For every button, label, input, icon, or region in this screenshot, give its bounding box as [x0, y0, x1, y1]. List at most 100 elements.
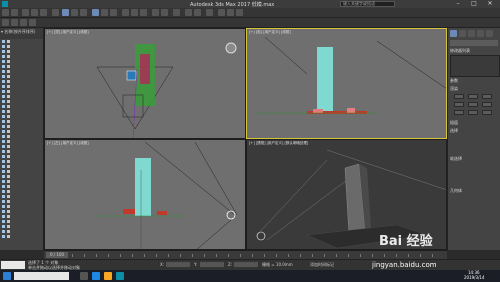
- visibility-eye-icon[interactable]: [2, 90, 5, 93]
- y-coord-field[interactable]: [200, 262, 224, 267]
- maxscript-listener[interactable]: [1, 261, 25, 269]
- visibility-eye-icon[interactable]: [2, 50, 5, 53]
- visibility-eye-icon[interactable]: [2, 155, 5, 158]
- visibility-eye-icon[interactable]: [2, 150, 5, 153]
- options-icon[interactable]: [29, 19, 36, 26]
- mirror-icon[interactable]: [152, 9, 159, 16]
- param-button[interactable]: [468, 94, 478, 99]
- visibility-eye-icon[interactable]: [2, 230, 5, 233]
- rollout-geometry[interactable]: 几何体: [450, 188, 462, 194]
- visibility-eye-icon[interactable]: [2, 190, 5, 193]
- create-selection-icon[interactable]: [2, 19, 9, 26]
- minimize-icon[interactable]: –: [452, 0, 464, 8]
- object-name-field[interactable]: [450, 40, 498, 46]
- visibility-eye-icon[interactable]: [2, 55, 5, 58]
- param-button[interactable]: [468, 110, 478, 115]
- visibility-eye-icon[interactable]: [2, 195, 5, 198]
- snap-icon[interactable]: [122, 9, 129, 16]
- param-button[interactable]: [482, 102, 492, 107]
- curve-editor-icon[interactable]: [185, 9, 192, 16]
- undo-icon[interactable]: [2, 9, 9, 16]
- modifier-stack[interactable]: [450, 55, 500, 77]
- visibility-eye-icon[interactable]: [2, 85, 5, 88]
- scale-icon[interactable]: [110, 9, 117, 16]
- angle-snap-icon[interactable]: [131, 9, 138, 16]
- param-button[interactable]: [468, 102, 478, 107]
- rollout-selection[interactable]: 选择: [450, 128, 458, 134]
- filter-icon[interactable]: [52, 9, 59, 16]
- visibility-eye-icon[interactable]: [2, 60, 5, 63]
- rollout-parameters[interactable]: 参数: [450, 78, 458, 84]
- close-icon[interactable]: ✕: [484, 0, 496, 8]
- schematic-icon[interactable]: [194, 9, 201, 16]
- visibility-eye-icon[interactable]: [2, 95, 5, 98]
- display-icon[interactable]: [11, 19, 18, 26]
- timeline[interactable]: 0 / 100: [44, 250, 447, 259]
- visibility-eye-icon[interactable]: [2, 45, 5, 48]
- task-view-icon[interactable]: [80, 272, 88, 280]
- visibility-eye-icon[interactable]: [2, 130, 5, 133]
- visibility-eye-icon[interactable]: [2, 105, 5, 108]
- add-time-tag[interactable]: 添加时间标记: [310, 262, 334, 268]
- visibility-eye-icon[interactable]: [2, 210, 5, 213]
- param-button[interactable]: [454, 110, 464, 115]
- visibility-eye-icon[interactable]: [2, 225, 5, 228]
- visibility-eye-icon[interactable]: [2, 75, 5, 78]
- bind-icon[interactable]: [40, 9, 47, 16]
- render-setup-icon[interactable]: [218, 9, 225, 16]
- search-input[interactable]: 键入关键字或短语: [340, 1, 395, 7]
- visibility-eye-icon[interactable]: [2, 110, 5, 113]
- visibility-eye-icon[interactable]: [2, 40, 5, 43]
- layer-icon[interactable]: [173, 9, 180, 16]
- visibility-eye-icon[interactable]: [2, 235, 5, 238]
- visibility-eye-icon[interactable]: [2, 175, 5, 178]
- link-icon[interactable]: [22, 9, 29, 16]
- visibility-eye-icon[interactable]: [2, 205, 5, 208]
- browser-icon[interactable]: [92, 272, 100, 280]
- param-button[interactable]: [454, 102, 464, 107]
- rollout-interpolation[interactable]: 插值: [450, 120, 458, 126]
- viewport-top[interactable]: [+] [顶] [用户定义] [线框]: [44, 28, 246, 139]
- visibility-eye-icon[interactable]: [2, 125, 5, 128]
- rollout-rendering[interactable]: 渲染: [450, 86, 458, 92]
- clock-date[interactable]: 2019/3/14: [464, 275, 485, 280]
- create-tab-icon[interactable]: [450, 30, 457, 37]
- unlink-icon[interactable]: [31, 9, 38, 16]
- visibility-eye-icon[interactable]: [2, 140, 5, 143]
- param-button[interactable]: [482, 110, 492, 115]
- select-by-name-icon[interactable]: [71, 9, 78, 16]
- visibility-eye-icon[interactable]: [2, 200, 5, 203]
- rollout-soft-selection[interactable]: 软选择: [450, 156, 462, 162]
- viewport-left[interactable]: [+] [左] [用户定义] [线框]: [44, 139, 246, 250]
- align-icon[interactable]: [161, 9, 168, 16]
- redo-icon[interactable]: [11, 9, 18, 16]
- param-button[interactable]: [454, 94, 464, 99]
- render-frame-icon[interactable]: [227, 9, 234, 16]
- hierarchy-tab-icon[interactable]: [468, 30, 475, 37]
- visibility-eye-icon[interactable]: [2, 180, 5, 183]
- move-icon[interactable]: [92, 9, 99, 16]
- percent-snap-icon[interactable]: [140, 9, 147, 16]
- modify-tab-icon[interactable]: [459, 30, 466, 37]
- z-coord-field[interactable]: [234, 262, 258, 267]
- 3dsmax-taskbar-icon[interactable]: [116, 272, 124, 280]
- visibility-eye-icon[interactable]: [2, 165, 5, 168]
- visibility-eye-icon[interactable]: [2, 170, 5, 173]
- material-editor-icon[interactable]: [206, 9, 213, 16]
- visibility-eye-icon[interactable]: [2, 215, 5, 218]
- visibility-eye-icon[interactable]: [2, 135, 5, 138]
- visibility-eye-icon[interactable]: [2, 70, 5, 73]
- taskbar-search[interactable]: [14, 272, 69, 280]
- display-tab-icon[interactable]: [486, 30, 493, 37]
- visibility-eye-icon[interactable]: [2, 145, 5, 148]
- rect-select-icon[interactable]: [80, 9, 87, 16]
- select-icon[interactable]: [62, 9, 69, 16]
- render-icon[interactable]: [236, 9, 243, 16]
- sort-icon[interactable]: [20, 19, 27, 26]
- visibility-eye-icon[interactable]: [2, 185, 5, 188]
- rotate-icon[interactable]: [101, 9, 108, 16]
- visibility-eye-icon[interactable]: [2, 80, 5, 83]
- file-explorer-icon[interactable]: [104, 272, 112, 280]
- motion-tab-icon[interactable]: [477, 30, 484, 37]
- visibility-eye-icon[interactable]: [2, 100, 5, 103]
